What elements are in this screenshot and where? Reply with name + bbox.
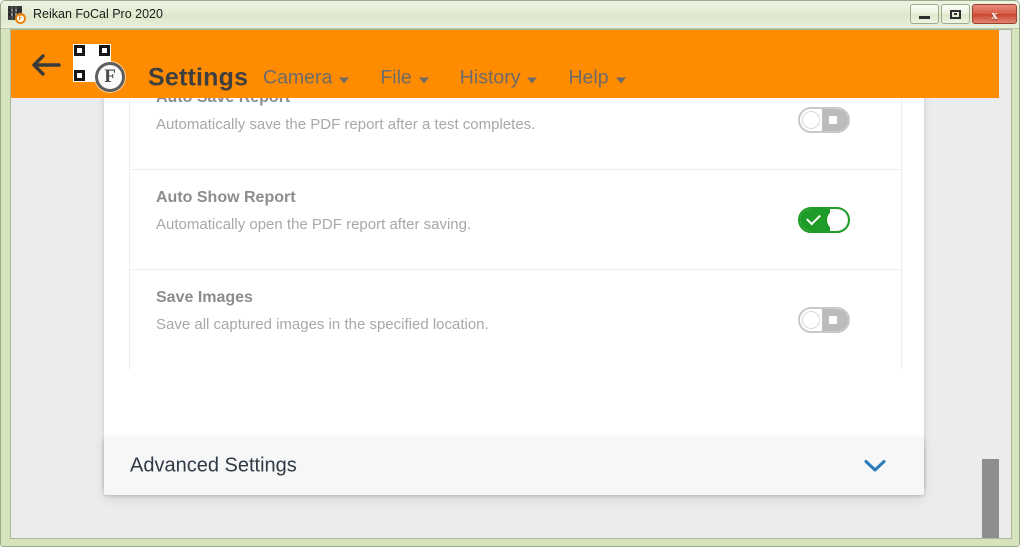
maximize-button[interactable]	[941, 4, 970, 24]
chevron-down-icon	[339, 77, 350, 83]
chevron-down-icon[interactable]	[864, 459, 886, 473]
main-menu: Camera File History Help	[263, 67, 626, 90]
menu-item-label: History	[459, 66, 521, 89]
menu-item-history[interactable]: History	[460, 67, 538, 90]
f-badge-icon: F	[95, 62, 125, 92]
page-title: Settings	[148, 63, 249, 92]
window-frame: F Settings Camera File History Help Auto…	[1, 29, 1019, 546]
window-title-bar: F Reikan FoCal Pro 2020 x	[1, 1, 1019, 29]
setting-description: Automatically open the PDF report after …	[156, 216, 472, 233]
setting-description: Automatically save the PDF report after …	[156, 116, 536, 133]
close-button[interactable]: x	[972, 4, 1017, 24]
app-logo-icon: F	[69, 44, 125, 92]
menu-item-label: Help	[568, 66, 609, 89]
back-arrow-icon[interactable]	[28, 50, 66, 80]
setting-row-auto-show-report: Auto Show Report Automatically open the …	[130, 170, 901, 270]
chevron-down-icon	[615, 77, 626, 83]
settings-card: Auto Save Report Automatically save the …	[104, 98, 924, 489]
menu-item-file[interactable]: File	[380, 66, 429, 90]
setting-row-save-images: Save Images Save all captured images in …	[130, 270, 901, 370]
settings-scroll-area: Auto Save Report Automatically save the …	[11, 98, 999, 538]
f-badge-icon: F	[15, 13, 26, 24]
toggle-auto-save-report[interactable]	[798, 106, 850, 133]
menu-item-label: File	[380, 66, 412, 89]
window-controls: x	[910, 4, 1017, 24]
setting-label: Auto Save Report	[156, 98, 290, 107]
menu-item-camera[interactable]: Camera	[263, 66, 350, 90]
app-header: F Settings Camera File History Help	[11, 30, 999, 98]
minimize-icon	[919, 16, 930, 19]
toggle-auto-show-report[interactable]	[798, 206, 850, 233]
advanced-settings-panel[interactable]: Advanced Settings	[104, 437, 924, 495]
setting-label: Save Images	[156, 289, 253, 306]
chevron-down-icon	[418, 77, 429, 83]
window-title: Reikan FoCal Pro 2020	[33, 7, 163, 21]
chevron-down-icon	[527, 77, 538, 83]
close-icon: x	[991, 6, 998, 22]
scrollbar-thumb[interactable]	[982, 459, 999, 538]
toggle-save-images[interactable]	[798, 307, 850, 333]
menu-item-help[interactable]: Help	[568, 66, 626, 90]
client-area: F Settings Camera File History Help Auto…	[10, 29, 1012, 539]
setting-description: Save all captured images in the specifie…	[156, 316, 489, 333]
application-window: F Reikan FoCal Pro 2020 x F Settings Cam…	[0, 0, 1020, 547]
maximize-icon	[950, 9, 961, 19]
app-qr-logo-icon: F	[8, 6, 26, 24]
minimize-button[interactable]	[910, 4, 939, 24]
menu-item-label: Camera	[263, 66, 333, 89]
setting-label: Auto Show Report	[156, 189, 296, 206]
settings-list: Auto Save Report Automatically save the …	[129, 98, 902, 370]
vertical-scrollbar[interactable]	[982, 98, 999, 538]
setting-row-auto-save-report: Auto Save Report Automatically save the …	[130, 98, 901, 170]
advanced-settings-title: Advanced Settings	[130, 454, 297, 477]
